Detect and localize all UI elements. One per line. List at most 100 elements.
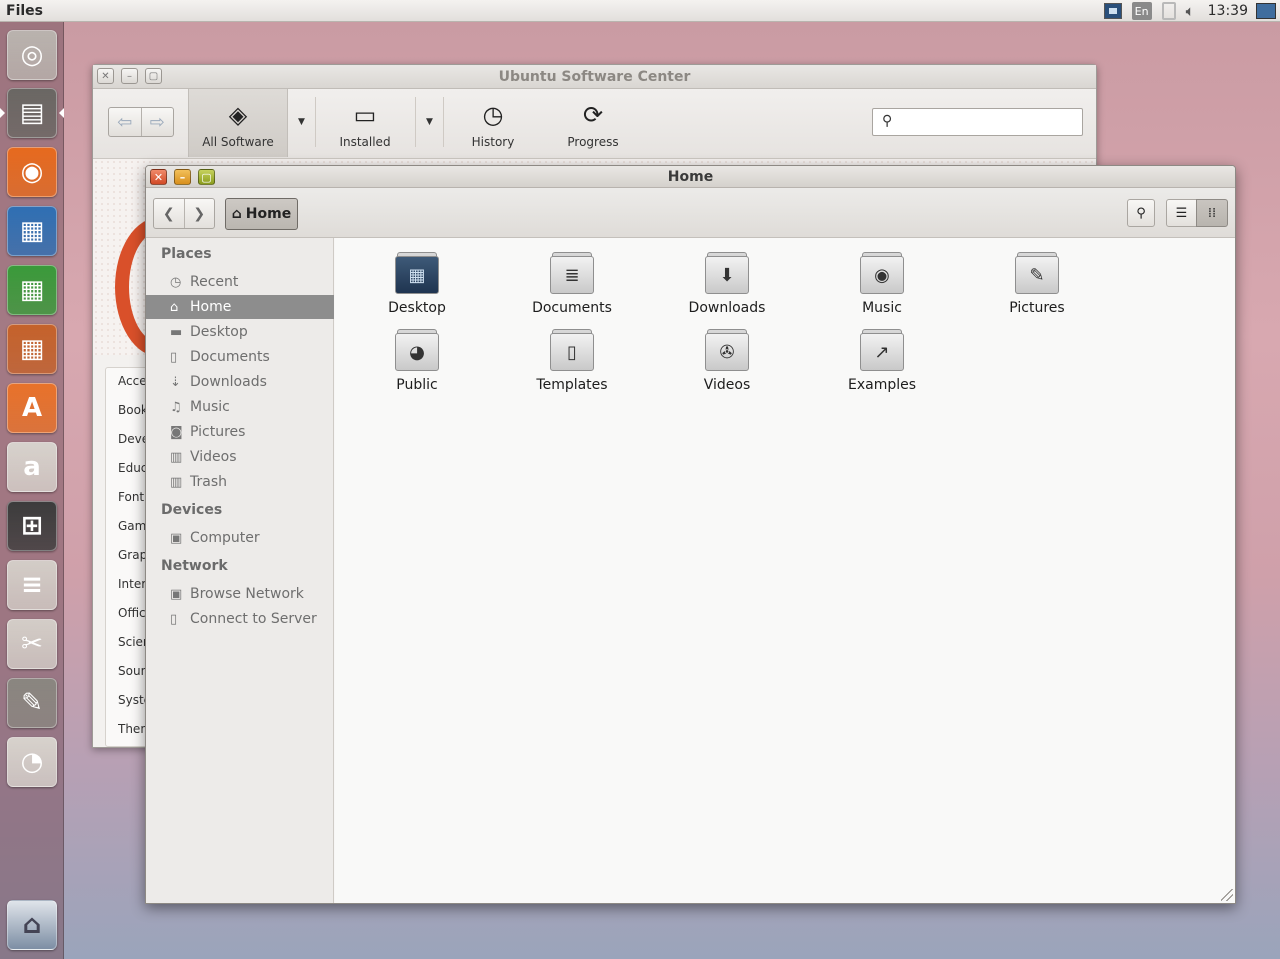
history-button[interactable]: ◷ History (443, 89, 543, 157)
history-icon: ◷ (482, 101, 504, 129)
desktop-icon: ▬ (170, 324, 183, 340)
active-app-name: Files (6, 2, 43, 19)
launcher: ◎ ▤ ◉ ▦ ▦ ▦ Aa ⊞ ≡ ✂ ✎ ◔ ⌂ (0, 22, 64, 959)
folder-label: Examples (847, 377, 917, 393)
volume-icon[interactable]: 🔈︎ (1186, 2, 1195, 20)
folder-videos[interactable]: ✇ Videos (667, 325, 787, 395)
sidebar-item-home[interactable]: ⌂ Home (146, 295, 334, 319)
screen-indicator[interactable] (1103, 2, 1122, 20)
resize-grip-icon[interactable] (1221, 889, 1233, 901)
launcher-firefox-icon[interactable]: ◉ (7, 147, 57, 197)
videos-folder-icon: ✇ (705, 325, 749, 371)
sidebar-item-computer[interactable]: ▣ Computer (146, 526, 334, 550)
folder-label: Templates (536, 377, 608, 393)
launcher-tool-icon[interactable]: ✂ (7, 619, 57, 669)
software-center-titlebar[interactable]: ✕ – ▢ Ubuntu Software Center (93, 65, 1096, 89)
all-software-dropdown-icon[interactable]: ▼ (298, 117, 305, 127)
pictures-icon: ◙ (170, 424, 183, 440)
folder-label: Public (396, 377, 438, 393)
all-software-button[interactable]: ◈ All Software (188, 89, 288, 157)
usc-back-button[interactable]: ⇦ (109, 108, 142, 136)
launcher-files-icon[interactable]: ▤ (7, 88, 57, 138)
running-indicator (0, 108, 5, 118)
sidebar-item-label: Trash (190, 474, 227, 490)
launcher-disc-icon[interactable]: ◔ (7, 737, 57, 787)
usc-forward-button[interactable]: ⇨ (142, 108, 174, 136)
launcher-impress-icon[interactable]: ▦ (7, 324, 57, 374)
folder-documents[interactable]: ≣ Documents (512, 248, 632, 318)
sidebar-heading-network: Network (161, 558, 228, 574)
launcher-mixer-icon[interactable]: ≡ (7, 560, 57, 610)
recent-icon: ◷ (170, 274, 182, 290)
sidebar-item-music[interactable]: ♫ Music (146, 395, 334, 419)
installed-button[interactable]: ▭ Installed (315, 89, 415, 157)
desktop-folder-icon: ▦ (395, 248, 439, 294)
all-software-label: All Software (202, 135, 274, 149)
files-titlebar[interactable]: ✕ – ▢ Home (146, 166, 1235, 188)
music-icon: ♫ (170, 399, 182, 415)
launcher-system-settings-icon[interactable]: ⊞ (7, 501, 57, 551)
folder-pictures[interactable]: ✎ Pictures (977, 248, 1097, 318)
screen-indicator-icon (1103, 3, 1122, 19)
folder-downloads[interactable]: ⬇ Downloads (667, 248, 787, 318)
usc-search-input[interactable]: ⚲ (872, 108, 1083, 136)
folder-music[interactable]: ◉ Music (822, 248, 942, 318)
computer-icon: ▣ (170, 530, 183, 546)
launcher-amazon-icon[interactable]: a (7, 442, 57, 492)
downloads-icon: ⇣ (170, 374, 181, 390)
examples-folder-icon: ↗ (860, 325, 904, 371)
progress-button[interactable]: ⟳ Progress (543, 89, 643, 157)
indicator-area: En 🔈︎ 13:39 (1099, 0, 1280, 22)
battery-indicator[interactable] (1161, 2, 1176, 20)
breadcrumb-home-button[interactable]: ⌂ Home (225, 198, 298, 230)
launcher-trash-icon[interactable]: ⌂ (7, 900, 57, 950)
sidebar-item-downloads[interactable]: ⇣ Downloads (146, 370, 334, 394)
launcher-calc-icon[interactable]: ▦ (7, 265, 57, 315)
sidebar-item-label: Documents (190, 349, 270, 365)
battery-icon (1161, 2, 1176, 20)
folder-examples[interactable]: ↗ Examples (822, 325, 942, 395)
launcher-dash-home-icon[interactable]: ◎ (7, 30, 57, 80)
music-folder-icon: ◉ (860, 248, 904, 294)
keyboard-layout-indicator[interactable]: En (1131, 2, 1152, 20)
music-emblem-icon: ◉ (860, 256, 904, 294)
sidebar-item-label: Home (190, 299, 232, 315)
clock[interactable]: 13:39 (1208, 3, 1248, 19)
launcher-gimp-icon[interactable]: ✎ (7, 678, 57, 728)
desktop-emblem-icon: ▦ (395, 256, 439, 294)
forward-button[interactable]: ❯ (185, 199, 215, 228)
sidebar-item-pictures[interactable]: ◙ Pictures (146, 420, 334, 444)
files-window[interactable]: ✕ – ▢ Home ❮ ❯ ⌂ Home ⚲ ☰ ⁞⁞ Places ◷ Rec… (145, 165, 1236, 904)
sidebar-item-label: Downloads (190, 374, 267, 390)
files-toolbar: ❮ ❯ ⌂ Home ⚲ ☰ ⁞⁞ (146, 188, 1235, 238)
installed-label: Installed (339, 135, 391, 149)
sidebar-item-videos[interactable]: ▥ Videos (146, 445, 334, 469)
launcher-software-center-icon[interactable]: A (7, 383, 57, 433)
documents-folder-icon: ≣ (550, 248, 594, 294)
list-view-button[interactable]: ☰ (1166, 199, 1197, 227)
files-search-button[interactable]: ⚲ (1127, 199, 1155, 227)
sidebar-item-label: Browse Network (190, 586, 304, 602)
sidebar-item-browse-network[interactable]: ▣ Browse Network (146, 582, 334, 606)
documents-emblem-icon: ≣ (550, 256, 594, 294)
back-button[interactable]: ❮ (154, 199, 185, 228)
sidebar-item-trash[interactable]: ▥ Trash (146, 470, 334, 494)
sidebar-heading-places: Places (161, 246, 212, 262)
session-menu-icon[interactable] (1256, 3, 1276, 19)
folder-desktop[interactable]: ▦ Desktop (357, 248, 477, 318)
software-center-title: Ubuntu Software Center (498, 69, 691, 85)
sidebar-item-documents[interactable]: ▯ Documents (146, 345, 334, 369)
files-window-title: Home (667, 169, 714, 185)
sidebar-item-desktop[interactable]: ▬ Desktop (146, 320, 334, 344)
launcher-writer-icon[interactable]: ▦ (7, 206, 57, 256)
folder-public[interactable]: ◕ Public (357, 325, 477, 395)
folder-label: Downloads (688, 300, 766, 316)
folder-templates[interactable]: ▯ Templates (512, 325, 632, 395)
grid-view-button[interactable]: ⁞⁞ (1196, 199, 1228, 227)
focused-indicator (59, 108, 64, 118)
sidebar-item-connect-to-server[interactable]: ▯ Connect to Server (146, 607, 334, 631)
downloads-folder-icon: ⬇ (705, 248, 749, 294)
usc-nav-buttons: ⇦ ⇨ (108, 107, 174, 137)
installed-dropdown-icon[interactable]: ▼ (426, 117, 433, 127)
sidebar-item-recent[interactable]: ◷ Recent (146, 270, 334, 294)
